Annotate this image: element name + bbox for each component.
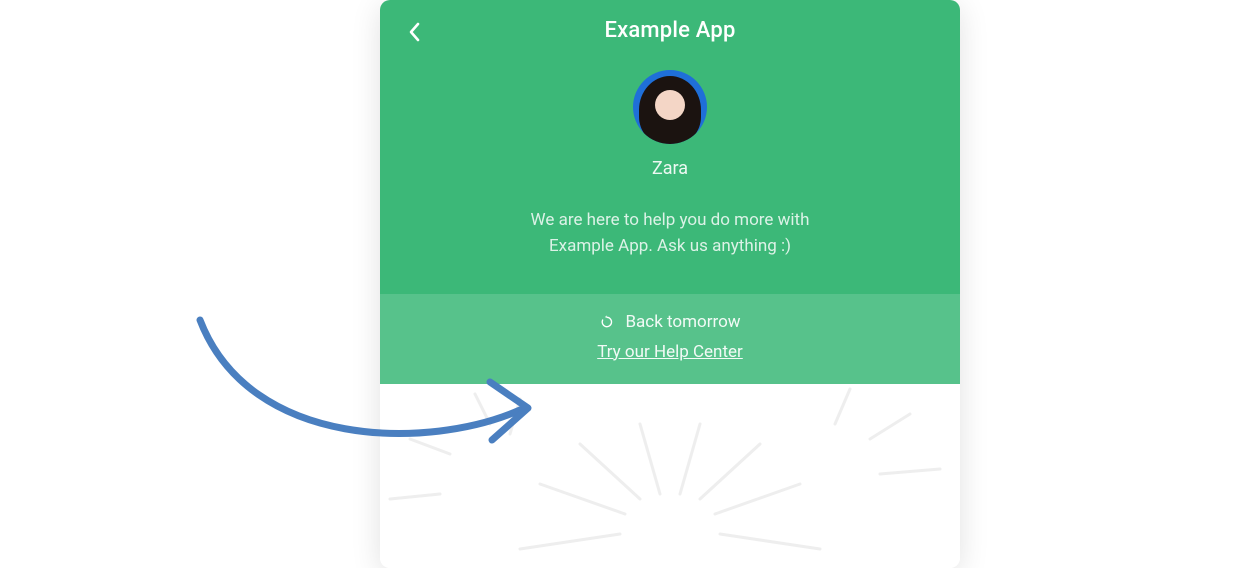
welcome-line-2: Example App. Ask us anything :) [420, 233, 920, 259]
agent-avatar [633, 70, 707, 144]
agent-name: Zara [652, 158, 688, 179]
app-title: Example App [604, 18, 735, 43]
status-row: Back tomorrow [400, 312, 940, 332]
chevron-left-icon [407, 22, 421, 42]
back-button[interactable] [400, 18, 428, 46]
status-bar: Back tomorrow Try our Help Center [380, 294, 960, 384]
clock-refresh-icon [599, 314, 615, 330]
help-center-link[interactable]: Try our Help Center [597, 342, 743, 362]
messenger-card: Example App Zara We are here to help you… [380, 0, 960, 568]
agent-block: Zara [380, 60, 960, 179]
welcome-line-1: We are here to help you do more with [420, 207, 920, 233]
header-top: Example App [380, 0, 960, 60]
background-burst-icon [380, 384, 960, 568]
welcome-message: We are here to help you do more with Exa… [380, 179, 960, 294]
card-body [380, 384, 960, 568]
messenger-header: Example App Zara We are here to help you… [380, 0, 960, 384]
status-text: Back tomorrow [625, 312, 740, 332]
